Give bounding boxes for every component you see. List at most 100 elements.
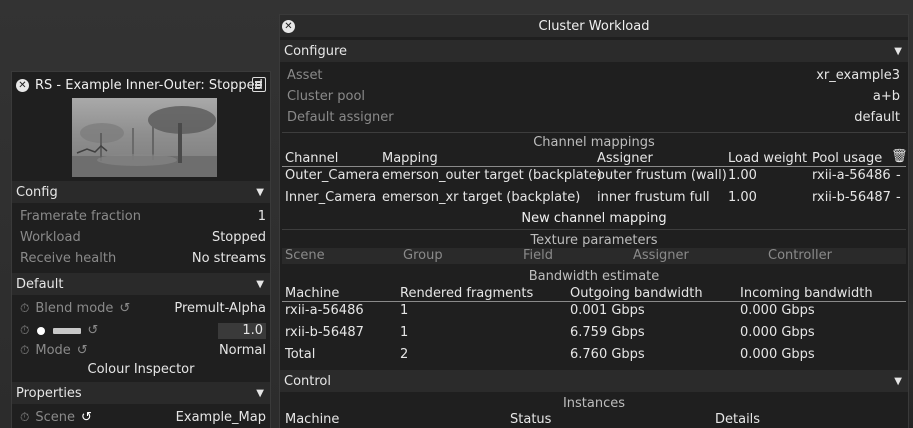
divider — [282, 301, 906, 302]
machine-cell: Total — [285, 347, 316, 362]
mode-row[interactable]: ⏱ Mode ↺ Normal — [20, 343, 266, 358]
brightness-input[interactable]: 1.0 — [218, 322, 266, 339]
column-header: Details — [715, 412, 761, 427]
blend-mode-row[interactable]: ⏱ Blend mode ↺ Premult-Alpha — [20, 301, 266, 316]
framerate-value[interactable]: 1 — [258, 209, 266, 224]
incoming-cell: 0.000 Gbps — [740, 347, 815, 362]
default-assigner-row[interactable]: Default assigner default — [287, 110, 900, 125]
control-section-header[interactable]: Control ▼ — [280, 370, 908, 392]
column-header: Outgoing bandwidth — [570, 286, 703, 301]
control-label: Control — [284, 373, 331, 389]
column-header: Load weight — [728, 151, 808, 166]
panel-title: RS - Example Inner-Outer: Stopped — [35, 77, 263, 93]
notes-icon[interactable] — [252, 77, 266, 92]
divider — [282, 166, 906, 167]
fragments-cell: 1 — [400, 303, 409, 318]
scene-value[interactable]: Example_Map — [176, 410, 266, 425]
timer-icon[interactable]: ⏱ — [20, 410, 29, 425]
receive-health-label: Receive health — [20, 251, 117, 266]
texture-parameters-title: Texture parameters — [530, 233, 658, 248]
machine-cell: rxii-a-56486 — [285, 303, 364, 318]
scene-label: Scene — [35, 410, 76, 425]
instances-title: Instances — [562, 396, 626, 411]
machine-cell: rxii-b-56487 — [285, 325, 364, 340]
outgoing-cell: 6.760 Gbps — [570, 347, 645, 362]
assigner-cell[interactable]: outer frustum (wall) — [597, 168, 727, 183]
mode-value[interactable]: Normal — [219, 343, 266, 358]
reset-icon[interactable]: ↺ — [81, 410, 92, 425]
configure-label: Configure — [284, 43, 348, 59]
blend-mode-label: Blend mode — [35, 301, 114, 316]
brightness-icon — [37, 326, 46, 335]
mapping-cell[interactable]: emerson_xr target (backplate) — [382, 190, 580, 205]
column-header: Scene — [285, 248, 325, 263]
cluster-pool-value[interactable]: a+b — [873, 89, 900, 104]
new-channel-mapping-button[interactable]: New channel mapping — [280, 211, 908, 226]
default-assigner-label: Default assigner — [287, 110, 394, 125]
timer-icon[interactable]: ⏱ — [20, 301, 29, 316]
timer-icon[interactable]: ⏱ — [20, 343, 29, 358]
brightness-row[interactable]: ⏱ ↺ 1.0 — [20, 322, 266, 339]
column-header: Field — [523, 248, 554, 263]
scene-row[interactable]: ⏱ Scene ↺ Example_Map — [20, 410, 266, 425]
reset-icon[interactable]: ↺ — [77, 343, 88, 358]
chevron-down-icon[interactable]: ▼ — [256, 388, 264, 399]
blend-mode-value[interactable]: Premult-Alpha — [174, 301, 266, 316]
channel-cell[interactable]: Inner_Camera — [285, 190, 376, 205]
render-stream-panel: ✕ RS - Example Inner-Outer: Stopped Conf… — [11, 71, 271, 428]
brightness-slider[interactable] — [53, 327, 82, 334]
column-header: Pool usage — [812, 151, 883, 166]
workload-label: Workload — [20, 230, 81, 245]
cluster-pool-row[interactable]: Cluster pool a+b — [287, 89, 900, 104]
framerate-label: Framerate fraction — [20, 209, 141, 224]
workload-row: Workload Stopped — [20, 230, 266, 245]
colour-inspector-label: Colour Inspector — [87, 362, 195, 377]
divider — [282, 132, 906, 133]
pool-cell[interactable]: rxii-a-56486 — [812, 168, 891, 183]
incoming-cell: 0.000 Gbps — [740, 325, 815, 340]
panel-titlebar[interactable]: ✕ Cluster Workload — [280, 15, 908, 37]
reset-icon[interactable]: ↺ — [87, 323, 98, 338]
column-header: Group — [403, 248, 443, 263]
mapping-cell[interactable]: emerson_outer target (backplate) — [382, 168, 602, 183]
default-section-header[interactable]: Default ▼ — [12, 273, 270, 295]
colour-inspector-button[interactable]: Colour Inspector — [12, 362, 270, 377]
panel-title: Cluster Workload — [538, 18, 650, 34]
default-assigner-value[interactable]: default — [854, 110, 900, 125]
reset-icon[interactable]: ↺ — [119, 301, 130, 316]
chevron-down-icon[interactable]: ▼ — [256, 187, 264, 198]
receive-health-row: Receive health No streams — [20, 251, 266, 266]
properties-section-header[interactable]: Properties ▼ — [12, 382, 270, 404]
weight-cell[interactable]: 1.00 — [728, 190, 757, 205]
trash-icon[interactable]: 🗑 — [891, 149, 908, 164]
panel-titlebar[interactable]: ✕ RS - Example Inner-Outer: Stopped — [12, 72, 270, 98]
pool-cell[interactable]: rxii-b-56487 — [812, 190, 891, 205]
channel-cell[interactable]: Outer_Camera — [285, 168, 379, 183]
fragments-cell: 2 — [400, 347, 409, 362]
properties-label: Properties — [16, 385, 82, 401]
asset-value[interactable]: xr_example3 — [816, 68, 900, 83]
chevron-down-icon[interactable]: ▼ — [894, 376, 902, 387]
incoming-cell: 0.000 Gbps — [740, 303, 815, 318]
weight-cell[interactable]: 1.00 — [728, 168, 757, 183]
cluster-pool-label: Cluster pool — [287, 89, 366, 104]
configure-section-header[interactable]: Configure ▼ — [280, 40, 908, 62]
chevron-down-icon[interactable]: ▼ — [894, 46, 902, 57]
fragments-cell: 1 — [400, 325, 409, 340]
outgoing-cell: 0.001 Gbps — [570, 303, 645, 318]
config-section-header[interactable]: Config ▼ — [12, 181, 270, 203]
timer-icon[interactable]: ⏱ — [20, 323, 29, 338]
column-header: Mapping — [382, 151, 438, 166]
framerate-row[interactable]: Framerate fraction 1 — [20, 209, 266, 224]
asset-row[interactable]: Asset xr_example3 — [287, 68, 900, 83]
cluster-workload-panel: ✕ Cluster Workload Configure ▼ Asset xr_… — [279, 14, 909, 428]
chevron-down-icon[interactable]: ▼ — [256, 279, 264, 290]
close-icon[interactable]: ✕ — [16, 78, 29, 92]
pool-extra-cell: - — [896, 168, 901, 183]
preview-thumbnail — [72, 98, 217, 177]
receive-health-value: No streams — [191, 251, 266, 266]
column-header: Rendered fragments — [400, 286, 534, 301]
asset-label: Asset — [287, 68, 323, 83]
assigner-cell[interactable]: inner frustum full — [597, 190, 710, 205]
default-label: Default — [16, 276, 64, 292]
